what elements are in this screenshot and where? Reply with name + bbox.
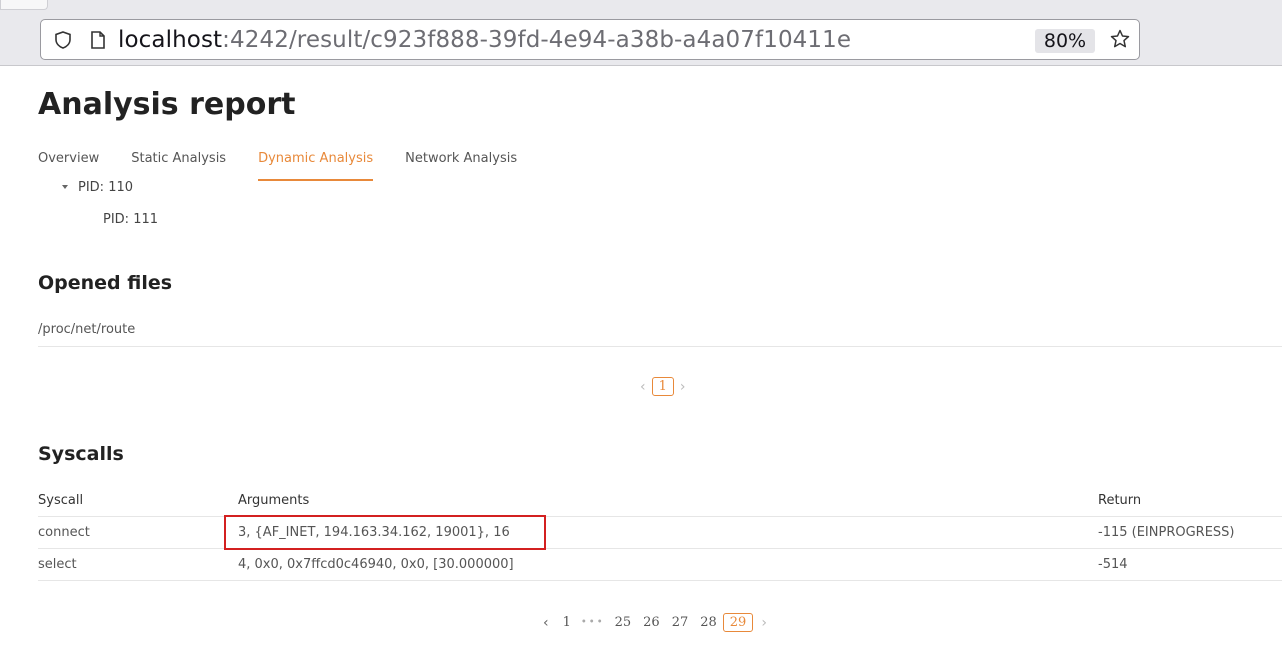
tree-node-pid-110[interactable]: PID: 110 [62, 180, 133, 195]
tree-node-pid-111[interactable]: PID: 111 [103, 212, 158, 227]
report-tabs: Overview Static Analysis Dynamic Analysi… [38, 150, 517, 182]
chevron-right-icon[interactable]: › [761, 615, 767, 631]
address-bar[interactable]: localhost:4242/result/c923f888-39fd-4e94… [40, 19, 1140, 60]
bookmark-star-icon[interactable] [1109, 28, 1131, 54]
page-button-current[interactable]: 29 [722, 613, 754, 632]
page-button[interactable]: 26 [637, 615, 666, 630]
syscall-name: connect [38, 525, 90, 540]
shield-icon[interactable] [53, 30, 73, 54]
opened-files-pagination: ‹ 1 › [640, 377, 686, 396]
syscall-name: select [38, 557, 77, 572]
chevron-left-icon[interactable]: ‹ [640, 379, 646, 395]
tab-overview[interactable]: Overview [38, 150, 99, 181]
ellipsis-icon[interactable]: ••• [577, 617, 609, 628]
page-button[interactable]: 27 [666, 615, 695, 630]
file-path: /proc/net/route [38, 322, 136, 337]
page-button-first[interactable]: 1 [557, 615, 577, 630]
caret-down-icon[interactable] [62, 184, 68, 189]
tree-node-label: PID: 111 [103, 212, 159, 227]
url-text[interactable]: localhost:4242/result/c923f888-39fd-4e94… [118, 24, 851, 56]
highlight-annotation-box [224, 515, 546, 550]
chevron-right-icon[interactable]: › [680, 379, 686, 395]
syscall-return: -514 [1098, 557, 1128, 572]
opened-files-title: Opened files [38, 272, 173, 294]
syscalls-pagination: ‹ 1 ••• 25 26 27 28 29 › [543, 613, 767, 632]
page-icon [89, 30, 107, 54]
chevron-left-icon[interactable]: ‹ [543, 615, 549, 631]
list-item: /proc/net/route [38, 312, 1282, 347]
page-button[interactable]: 28 [694, 615, 723, 630]
syscall-arguments: 4, 0x0, 0x7ffcd0c46940, 0x0, [30.000000] [238, 557, 514, 572]
column-header-syscall: Syscall [38, 493, 84, 508]
page-button[interactable]: 25 [609, 615, 638, 630]
syscall-return: -115 (EINPROGRESS) [1098, 525, 1235, 540]
table-header-row: Syscall Arguments Return [38, 485, 1282, 517]
browser-toolbar: localhost:4242/result/c923f888-39fd-4e94… [0, 0, 1282, 66]
page-title: Analysis report [38, 87, 296, 122]
browser-tab[interactable] [0, 0, 48, 10]
column-header-arguments: Arguments [238, 493, 310, 508]
zoom-level-button[interactable]: 80% [1035, 29, 1095, 53]
tree-node-label: PID: 110 [78, 180, 134, 195]
syscalls-title: Syscalls [38, 443, 124, 465]
column-header-return: Return [1098, 493, 1142, 508]
url-path: :4242/result/c923f888-39fd-4e94-a38b-a4a… [222, 27, 852, 53]
tab-network-analysis[interactable]: Network Analysis [405, 150, 517, 181]
tab-static-analysis[interactable]: Static Analysis [131, 150, 226, 181]
url-host: localhost [118, 27, 223, 53]
page-button-current[interactable]: 1 [651, 377, 674, 396]
tab-dynamic-analysis[interactable]: Dynamic Analysis [258, 150, 374, 181]
table-row: select 4, 0x0, 0x7ffcd0c46940, 0x0, [30.… [38, 549, 1282, 581]
